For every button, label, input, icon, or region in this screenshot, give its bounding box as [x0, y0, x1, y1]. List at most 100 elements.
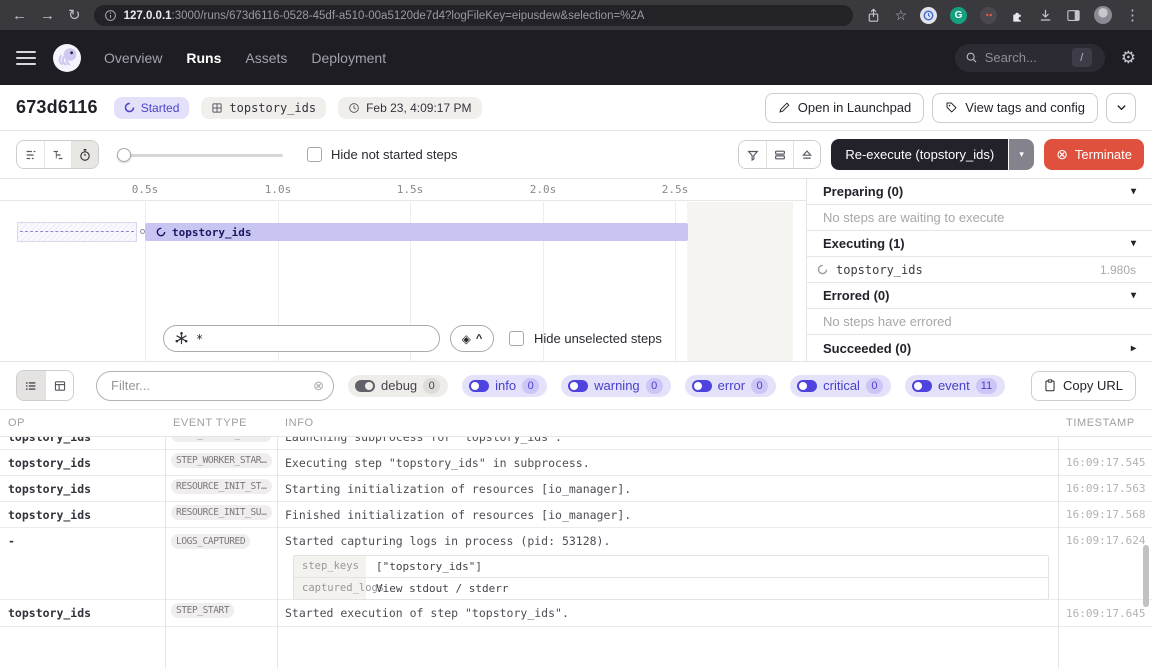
run-job-tag[interactable]: topstory_ids [201, 97, 326, 119]
view-flat-button[interactable] [17, 141, 44, 168]
extension-clock-icon[interactable] [920, 7, 937, 24]
caret-right-icon: ▸ [1131, 343, 1136, 354]
level-toggle-warning[interactable]: warning 0 [561, 375, 671, 397]
level-toggle-error[interactable]: error 0 [685, 375, 776, 397]
terminate-x-icon: ⊗ [1056, 146, 1068, 163]
toggle-switch-icon [568, 380, 588, 392]
gantt-chart: 0.5s 1.0s 1.5s 2.0s 2.5s topstory_ids [0, 179, 806, 361]
level-toggle-critical[interactable]: critical 0 [790, 375, 891, 397]
download-icon[interactable] [1038, 8, 1053, 23]
global-search[interactable]: / [955, 44, 1105, 72]
browser-forward-icon[interactable]: → [40, 8, 55, 23]
browser-chrome: ← → ↻ 127.0.0.1:3000/runs/673d6116-0528-… [0, 0, 1152, 30]
level-toggle-debug[interactable]: debug 0 [348, 375, 448, 397]
log-table-view-button[interactable] [45, 371, 73, 400]
extension-dark-icon[interactable] [980, 7, 997, 24]
axis-tick: 2.0s [530, 183, 557, 196]
url-path: :3000/runs/673d6116-0528-45df-a510-00a51… [172, 10, 645, 22]
extension-grammarly-icon[interactable]: G [950, 7, 967, 24]
address-bar[interactable]: 127.0.0.1:3000/runs/673d6116-0528-45df-a… [94, 5, 854, 26]
gantt-filter-row: ◈ ^ Hide unselected steps [163, 325, 662, 352]
level-toggle-event[interactable]: event 11 [905, 375, 1005, 397]
run-timestamp-tag: Feb 23, 4:09:17 PM [338, 97, 481, 119]
hamburger-menu-icon[interactable] [16, 50, 36, 66]
nav-links: Overview Runs Assets Deployment [104, 50, 386, 66]
log-list-view-button[interactable] [17, 371, 45, 400]
captured-logs-link[interactable]: View stdout / stderr [366, 578, 1048, 599]
gantt-time-axis: 0.5s 1.0s 1.5s 2.0s 2.5s [0, 179, 806, 201]
section-preparing[interactable]: Preparing (0) ▾ [807, 179, 1152, 205]
reexecute-button[interactable]: Re-execute (topstory_ids) [831, 139, 1008, 170]
open-in-launchpad-button[interactable]: Open in Launchpad [765, 93, 924, 123]
step-selector-input[interactable] [163, 325, 440, 352]
spinner-icon [124, 102, 135, 113]
browser-profile-avatar[interactable] [1094, 6, 1112, 24]
search-shortcut-key: / [1072, 48, 1092, 67]
level-count-badge: 0 [751, 378, 768, 394]
bookmark-star-icon[interactable]: ☆ [894, 8, 907, 22]
view-timed-button[interactable] [71, 141, 98, 168]
terminate-button[interactable]: ⊗ Terminate [1044, 139, 1144, 170]
site-info-icon[interactable] [104, 9, 117, 22]
browser-back-icon[interactable]: ← [12, 8, 27, 23]
caret-up-icon: ^ [476, 333, 482, 345]
log-meta-table: step_keys ["topstory_ids"] captured_logs… [293, 555, 1049, 600]
level-count-badge: 0 [522, 378, 539, 394]
log-row[interactable]: topstory_ids STEP_WORKER_STARTING Launch… [0, 437, 1152, 450]
nav-item-runs[interactable]: Runs [186, 50, 221, 66]
scrollbar-thumb[interactable] [1143, 545, 1149, 607]
caret-down-icon: ▾ [1131, 290, 1136, 301]
level-toggle-info[interactable]: info 0 [462, 375, 547, 397]
dagster-logo[interactable] [52, 43, 82, 73]
spinner-icon [817, 264, 828, 275]
filter-funnel-button[interactable] [739, 141, 766, 168]
event-type-badge: RESOURCE_INIT_SUCCESS [171, 505, 272, 520]
slider-knob[interactable] [117, 148, 131, 162]
side-panel-icon[interactable] [1066, 8, 1081, 23]
gantt-toolbar: Hide not started steps R [0, 131, 1152, 179]
column-divider [1058, 437, 1059, 669]
nav-item-deployment[interactable]: Deployment [311, 50, 386, 66]
search-input[interactable] [985, 50, 1065, 65]
col-header-op: OP [0, 417, 165, 429]
hide-not-started-checkbox[interactable] [307, 147, 322, 162]
gantt-step-bar[interactable]: topstory_ids [145, 223, 688, 241]
scroll-to-top-button[interactable] [793, 141, 820, 168]
log-row[interactable]: topstory_ids RESOURCE_INIT_STARTED Start… [0, 476, 1152, 502]
log-row[interactable]: - LOGS_CAPTURED Started capturing logs i… [0, 528, 1152, 600]
log-filter-input[interactable] [96, 371, 334, 401]
log-row[interactable]: topstory_ids STEP_WORKER_STARTED Executi… [0, 450, 1152, 476]
reexecute-caret-button[interactable]: ▾ [1009, 139, 1034, 170]
section-succeeded[interactable]: Succeeded (0) ▸ [807, 335, 1152, 361]
clock-icon [348, 102, 360, 114]
toggle-switch-icon [797, 380, 817, 392]
section-executing[interactable]: Executing (1) ▾ [807, 231, 1152, 257]
section-errored[interactable]: Errored (0) ▾ [807, 283, 1152, 309]
gantt-zoom-slider[interactable] [117, 148, 283, 162]
share-icon[interactable] [866, 8, 881, 23]
browser-reload-icon[interactable]: ↻ [68, 8, 81, 23]
chevron-down-icon [1116, 102, 1127, 113]
log-row[interactable]: topstory_ids RESOURCE_INIT_SUCCESS Finis… [0, 502, 1152, 528]
executing-step-row[interactable]: topstory_ids 1.980s [807, 257, 1152, 283]
hide-unselected-checkbox[interactable] [509, 331, 524, 346]
hide-not-started-label: Hide not started steps [331, 147, 457, 162]
run-more-actions-button[interactable] [1106, 93, 1136, 123]
funnel-icon [746, 148, 760, 162]
step-query-options-button[interactable]: ◈ ^ [450, 325, 494, 352]
nav-item-overview[interactable]: Overview [104, 50, 162, 66]
nav-item-assets[interactable]: Assets [245, 50, 287, 66]
gantt-body: topstory_ids ◈ ^ Hide unselected steps [0, 202, 806, 361]
reexecute-button-group: Re-execute (topstory_ids) ▾ [831, 139, 1034, 170]
extensions-puzzle-icon[interactable] [1010, 8, 1025, 23]
settings-gear-icon[interactable]: ⚙ [1121, 48, 1136, 68]
step-selector-field [163, 325, 440, 352]
caret-down-icon: ▾ [1131, 238, 1136, 249]
clear-filter-icon[interactable]: ⊗ [313, 378, 324, 394]
copy-url-button[interactable]: Copy URL [1031, 371, 1136, 401]
collapse-rows-button[interactable] [766, 141, 793, 168]
browser-menu-icon[interactable]: ⋮ [1125, 8, 1140, 23]
view-waterfall-button[interactable] [44, 141, 71, 168]
view-tags-config-button[interactable]: View tags and config [932, 93, 1098, 123]
toggle-switch-icon [469, 380, 489, 392]
